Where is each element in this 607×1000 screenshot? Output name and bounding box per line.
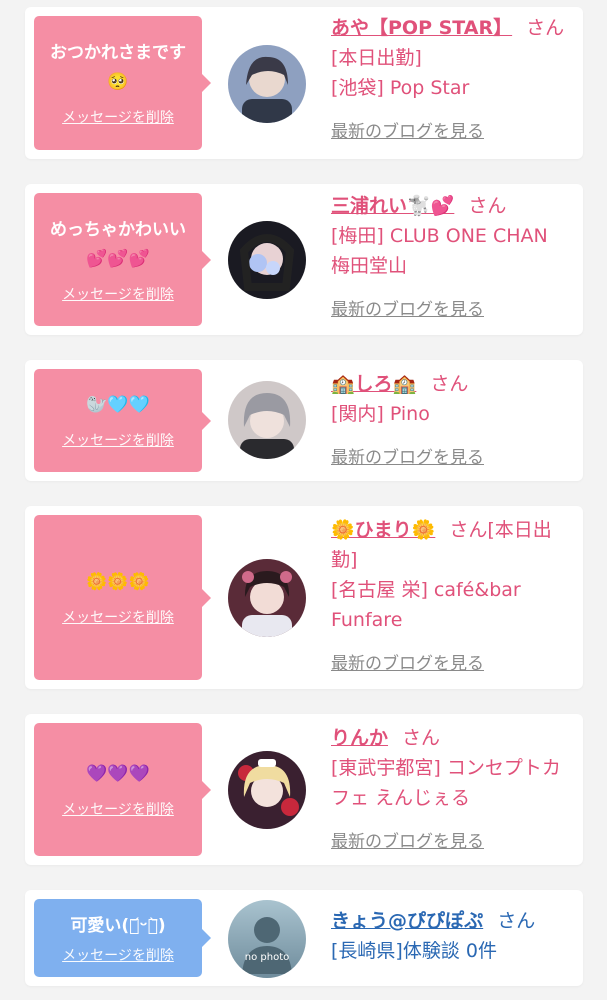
shop-name: [池袋] Pop Star: [331, 77, 470, 99]
message-card: 可愛い(･᷄ᵕ･᷅) メッセージを削除 no photo きょう@ぴぴぽぷ さん …: [25, 890, 583, 986]
delete-message-link[interactable]: メッセージを削除: [62, 107, 174, 127]
message-bubble: 可愛い(･᷄ᵕ･᷅) メッセージを削除: [34, 899, 211, 977]
message-text: 可愛い(･᷄ᵕ･᷅): [70, 915, 166, 936]
latest-blog-link[interactable]: 最新のブログを見る: [331, 827, 571, 857]
latest-blog-link[interactable]: 最新のブログを見る: [331, 295, 571, 325]
san-suffix: さん: [449, 519, 488, 541]
user-info: あや【POP STAR】 さん [本日出勤] [池袋] Pop Star 最新のブロ…: [331, 13, 571, 147]
avatar[interactable]: [228, 221, 306, 299]
user-name-link[interactable]: 🌼ひまり🌼: [331, 519, 435, 541]
message-card: おつかれさまです 🥺 メッセージを削除 あや【POP STAR】 さん [本日出勤]…: [25, 7, 583, 159]
delete-message-link[interactable]: メッセージを削除: [62, 430, 174, 450]
avatar[interactable]: [228, 381, 306, 459]
shop-name: [東武宇都宮] コンセプトカフェ えんじぇる: [331, 757, 561, 809]
work-status: [本日出勤]: [331, 47, 422, 69]
message-text: おつかれさまです 🥺: [50, 43, 186, 92]
avatar[interactable]: [228, 559, 306, 637]
shop-name: [関内] Pino: [331, 403, 430, 425]
message-bubble: おつかれさまです 🥺 メッセージを削除: [34, 16, 211, 150]
shop-name: [名古屋 栄] café&bar Funfare: [331, 579, 521, 631]
message-bubble: 💜💜💜 メッセージを削除: [34, 723, 211, 856]
user-name-link[interactable]: りんか: [331, 727, 388, 749]
user-info: 三浦れい🐩💕 さん [梅田] CLUB ONE CHAN 梅田堂山 最新のブログを…: [331, 191, 571, 325]
message-bubble: 🦭🩵🩵 メッセージを削除: [34, 369, 211, 472]
latest-blog-link[interactable]: 最新のブログを見る: [331, 117, 571, 147]
message-text: めっちゃかわいい 💕💕💕: [50, 219, 186, 269]
message-card: めっちゃかわいい 💕💕💕 メッセージを削除 三浦れい🐩💕 さん [梅田] CLUB…: [25, 184, 583, 335]
message-bubble: 🌼🌼🌼 メッセージを削除: [34, 515, 211, 680]
avatar[interactable]: [228, 45, 306, 123]
no-photo-label: no photo: [244, 952, 290, 963]
delete-message-link[interactable]: メッセージを削除: [62, 799, 174, 819]
message-card: 🦭🩵🩵 メッセージを削除 🏫しろ🏫 さん [関内] Pino 最新のブログを見る: [25, 360, 583, 481]
delete-message-link[interactable]: メッセージを削除: [62, 607, 174, 627]
user-info: きょう@ぴぴぽぷ さん [長崎県]体験談 0件: [331, 906, 571, 966]
san-suffix: さん: [468, 195, 507, 217]
user-info: りんか さん [東武宇都宮] コンセプトカフェ えんじぇる 最新のブログを見る: [331, 723, 571, 857]
delete-message-link[interactable]: メッセージを削除: [62, 945, 174, 965]
san-suffix: さん: [526, 17, 565, 39]
latest-blog-link[interactable]: 最新のブログを見る: [331, 649, 571, 679]
user-info: 🌼ひまり🌼 さん[本日出勤] [名古屋 栄] café&bar Funfare 最…: [331, 515, 571, 679]
san-suffix: さん: [430, 373, 469, 395]
user-name-link[interactable]: 三浦れい🐩💕: [331, 195, 454, 217]
san-suffix: さん: [497, 910, 536, 932]
san-suffix: さん: [402, 727, 441, 749]
user-name-link[interactable]: きょう@ぴぴぽぷ: [331, 910, 483, 932]
message-bubble: めっちゃかわいい 💕💕💕 メッセージを削除: [34, 193, 211, 326]
shop-name: [長崎県]体験談 0件: [331, 940, 497, 962]
user-name-link[interactable]: 🏫しろ🏫: [331, 373, 416, 395]
message-text: 🌼🌼🌼: [86, 572, 150, 592]
message-list: おつかれさまです 🥺 メッセージを削除 あや【POP STAR】 さん[本日出勤]…: [0, 0, 607, 1000]
message-text: 🦭🩵🩵: [86, 395, 150, 415]
message-card: 💜💜💜 メッセージを削除 りんか さん [東武宇都宮] コンセプトカフェ えんじぇ…: [25, 714, 583, 865]
user-info: 🏫しろ🏫 さん [関内] Pino 最新のブログを見る: [331, 369, 571, 473]
message-card: 🌼🌼🌼 メッセージを削除 🌼ひまり🌼 さん[本日出勤] [名古屋 栄] café&…: [25, 506, 583, 689]
message-text: 💜💜💜: [86, 764, 150, 784]
avatar[interactable]: no photo: [228, 900, 306, 978]
avatar[interactable]: [228, 751, 306, 829]
shop-name: [梅田] CLUB ONE CHAN 梅田堂山: [331, 225, 548, 277]
latest-blog-link[interactable]: 最新のブログを見る: [331, 443, 571, 473]
user-name-link[interactable]: あや【POP STAR】: [331, 17, 512, 39]
delete-message-link[interactable]: メッセージを削除: [62, 284, 174, 304]
